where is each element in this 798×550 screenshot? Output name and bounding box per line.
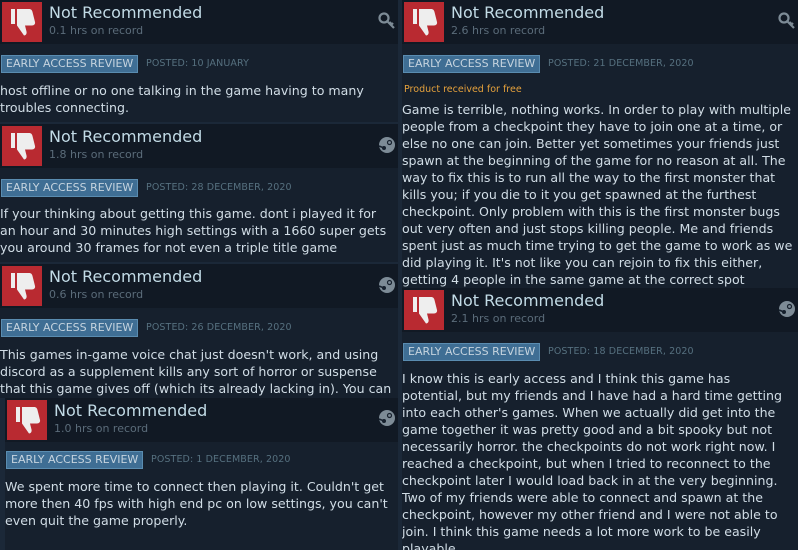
review-verdict: Not Recommended [451, 3, 605, 22]
review-header[interactable]: Not Recommended 1.0 hrs on record [5, 398, 398, 442]
review-verdict: Not Recommended [49, 267, 203, 286]
hours-on-record: 2.6 hrs on record [451, 24, 546, 37]
steam-icon [378, 409, 396, 427]
review-verdict: Not Recommended [49, 127, 203, 146]
early-access-badge: EARLY ACCESS REVIEW [1, 179, 139, 197]
review-text: I know this is early access and I think … [402, 371, 783, 550]
posted-date: POSTED: 28 DECEMBER, 2020 [146, 182, 292, 193]
hours-on-record: 1.8 hrs on record [49, 148, 144, 161]
review-card: Not Recommended 0.1 hrs on record EARLY … [0, 0, 398, 122]
review-text: Game is terrible, nothing works. In orde… [402, 102, 793, 287]
posted-date: POSTED: 26 DECEMBER, 2020 [146, 322, 292, 333]
steam-icon [378, 276, 396, 294]
hours-on-record: 0.6 hrs on record [49, 288, 144, 301]
posted-date: POSTED: 1 DECEMBER, 2020 [151, 454, 291, 465]
review-text: This games in-game voice chat just doesn… [0, 347, 392, 396]
review-text: host offline or no one talking in the ga… [0, 83, 364, 115]
review-card: Not Recommended 1.0 hrs on record EARLY … [5, 398, 398, 550]
key-icon [378, 12, 396, 30]
review-text: We spent more time to connect then playi… [5, 479, 388, 528]
review-text: If your thinking about getting this game… [0, 206, 387, 255]
early-access-badge: EARLY ACCESS REVIEW [403, 343, 541, 361]
posted-date: POSTED: 18 DECEMBER, 2020 [548, 346, 694, 357]
steam-icon [378, 136, 396, 154]
product-received-free-note: Product received for free [404, 84, 522, 95]
review-header[interactable]: Not Recommended 2.1 hrs on record [402, 288, 798, 332]
hours-on-record: 1.0 hrs on record [54, 422, 149, 435]
review-card: Not Recommended 0.6 hrs on record EARLY … [0, 264, 398, 398]
early-access-badge: EARLY ACCESS REVIEW [403, 55, 541, 73]
early-access-badge: EARLY ACCESS REVIEW [1, 55, 139, 73]
hours-on-record: 0.1 hrs on record [49, 24, 144, 37]
early-access-badge: EARLY ACCESS REVIEW [6, 451, 144, 469]
review-header[interactable]: Not Recommended 0.6 hrs on record [0, 264, 398, 308]
thumbs-down-icon [2, 266, 42, 306]
review-card: Not Recommended 2.1 hrs on record EARLY … [402, 288, 798, 550]
thumbs-down-icon [7, 400, 47, 440]
review-verdict: Not Recommended [54, 401, 208, 420]
review-card: Not Recommended 1.8 hrs on record EARLY … [0, 124, 398, 262]
key-icon [778, 12, 796, 30]
posted-date: POSTED: 21 DECEMBER, 2020 [548, 58, 694, 69]
review-header[interactable]: Not Recommended 1.8 hrs on record [0, 124, 398, 168]
early-access-badge: EARLY ACCESS REVIEW [1, 319, 139, 337]
posted-date: POSTED: 10 JANUARY [146, 58, 249, 69]
review-verdict: Not Recommended [451, 291, 605, 310]
review-verdict: Not Recommended [49, 3, 203, 22]
thumbs-down-icon [404, 290, 444, 330]
thumbs-down-icon [404, 2, 444, 42]
review-header[interactable]: Not Recommended 2.6 hrs on record [402, 0, 798, 44]
hours-on-record: 2.1 hrs on record [451, 312, 546, 325]
thumbs-down-icon [2, 2, 42, 42]
steam-icon [778, 300, 796, 318]
thumbs-down-icon [2, 126, 42, 166]
review-card: Not Recommended 2.6 hrs on record EARLY … [402, 0, 798, 288]
review-header[interactable]: Not Recommended 0.1 hrs on record [0, 0, 398, 44]
